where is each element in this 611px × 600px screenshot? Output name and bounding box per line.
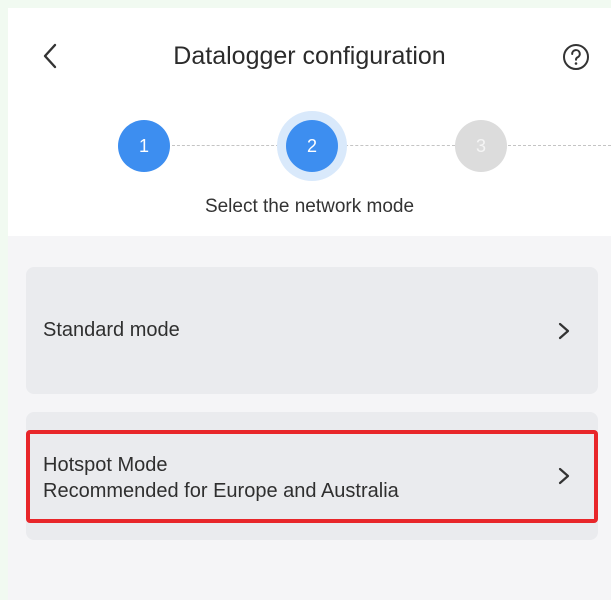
app-screen: Datalogger configuration 1 2 3 Select th… [8,8,611,600]
option-title: Standard mode [43,319,180,341]
help-circle-icon [563,44,589,70]
step-connector [172,145,284,146]
option-description: Recommended for Europe and Australia [43,480,399,502]
option-title: Hotspot Mode [43,454,168,476]
step-1: 1 [118,120,170,172]
page-title: Datalogger configuration [173,42,446,70]
option-text: Hotspot Mode Recommended for Europe and … [43,452,399,504]
options-list: Standard mode Hotspot Mode Recommended f… [8,236,611,600]
step-3: 3 [455,120,507,172]
standard-mode-option[interactable]: Standard mode [26,267,598,394]
chevron-right-icon [558,322,570,340]
step-2: 2 [286,120,338,172]
step-subtitle: Select the network mode [204,196,415,217]
header: Datalogger configuration 1 2 3 Select th… [8,8,611,236]
step-connector [508,145,611,146]
step-connector [340,145,455,146]
hotspot-mode-option[interactable]: Hotspot Mode Recommended for Europe and … [26,412,598,540]
help-button[interactable] [561,42,591,72]
chevron-right-icon [558,467,570,485]
